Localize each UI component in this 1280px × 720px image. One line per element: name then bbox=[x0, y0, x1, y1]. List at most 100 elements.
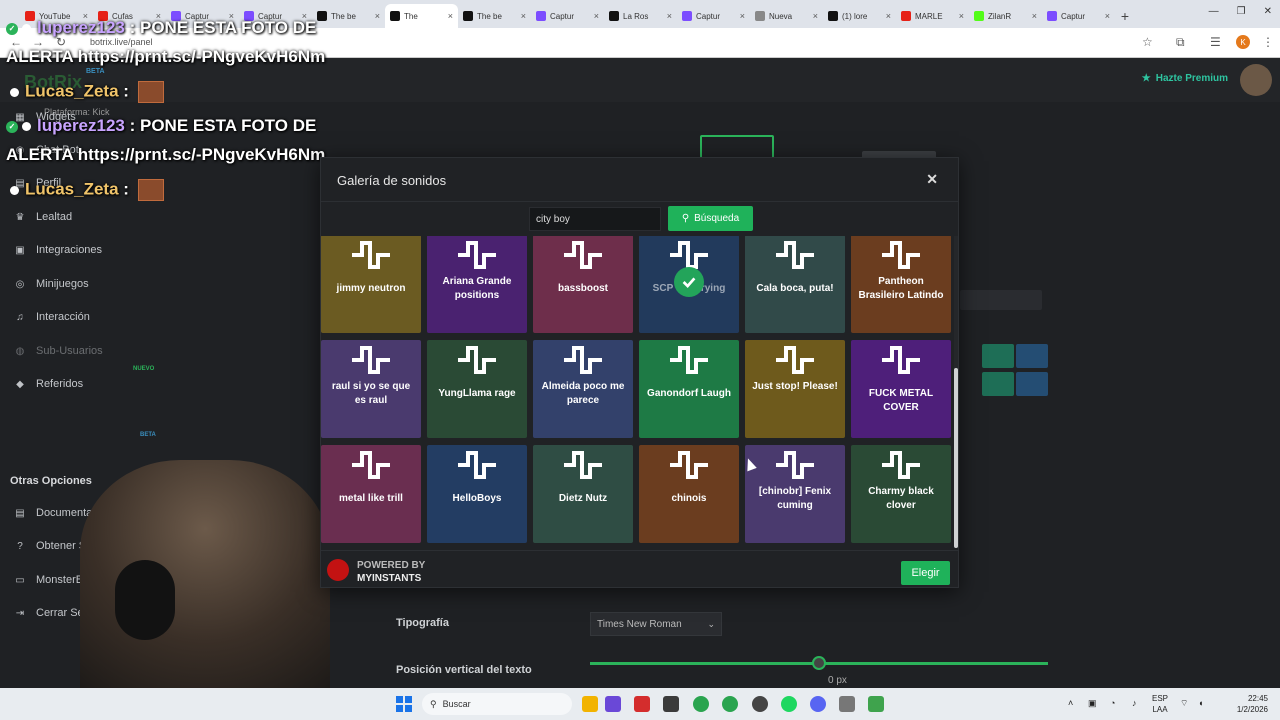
bookmark-star-icon[interactable]: ☆ bbox=[1142, 35, 1153, 49]
sound-tile[interactable]: raul si yo se que es raul bbox=[321, 340, 421, 438]
discord-icon[interactable] bbox=[810, 696, 826, 712]
taskbar-search-label: Buscar bbox=[442, 699, 471, 709]
chevron-up-icon[interactable]: ˄ bbox=[1068, 698, 1073, 708]
new-tab-icon[interactable]: + bbox=[1115, 4, 1135, 28]
sound-tile[interactable]: bassboost bbox=[533, 236, 633, 333]
upload-button[interactable] bbox=[982, 344, 1014, 368]
wps-icon[interactable] bbox=[634, 696, 650, 712]
tab-close-icon[interactable]: × bbox=[1032, 11, 1037, 21]
mic-icon[interactable]: ♪ bbox=[1132, 698, 1137, 708]
tab-close-icon[interactable]: × bbox=[740, 11, 745, 21]
profile-avatar[interactable]: K bbox=[1236, 35, 1250, 49]
tab-close-icon[interactable]: × bbox=[813, 11, 818, 21]
sound-tile[interactable]: YungLlama rage bbox=[427, 340, 527, 438]
browser-tab[interactable]: The × bbox=[385, 4, 458, 28]
font-select[interactable]: Times New Roman ⌄ bbox=[590, 612, 722, 636]
sound-name: Charmy black clover bbox=[868, 486, 934, 511]
sound-tile[interactable]: jimmy neutron bbox=[321, 236, 421, 333]
chrome-icon-2[interactable] bbox=[722, 696, 738, 712]
browser-tab[interactable]: Captur × bbox=[1042, 4, 1115, 28]
sidebar-item[interactable]: ♛ Lealtad bbox=[14, 211, 73, 223]
network-icon[interactable]: ⌔ bbox=[1180, 698, 1188, 709]
sidebar-item[interactable]: ♫ Interacción bbox=[14, 311, 90, 323]
file-explorer-icon[interactable] bbox=[582, 696, 598, 712]
browser-tab[interactable]: Captur × bbox=[677, 4, 750, 28]
app-icon[interactable] bbox=[605, 696, 621, 712]
tab-close-icon[interactable]: × bbox=[959, 11, 964, 21]
sound-tile[interactable]: metal like trill bbox=[321, 445, 421, 543]
sound-tile[interactable]: HelloBoys bbox=[427, 445, 527, 543]
app-icon-2[interactable] bbox=[839, 696, 855, 712]
extensions-icon[interactable]: ⧉ bbox=[1176, 35, 1185, 50]
tray-icon[interactable]: ▣ bbox=[1088, 698, 1097, 709]
slider-handle[interactable] bbox=[812, 656, 826, 670]
language-indicator[interactable]: ESP LAA bbox=[1152, 693, 1168, 715]
sound-tile[interactable]: SCP 096 crying bbox=[639, 236, 739, 333]
scrollbar-thumb[interactable] bbox=[954, 368, 958, 548]
sound-tile[interactable]: Cala boca, puta! bbox=[745, 236, 845, 333]
close-window-icon[interactable]: ✕ bbox=[1264, 6, 1272, 17]
sidebar-item[interactable]: ▭ MonsterB bbox=[14, 574, 83, 586]
minimize-icon[interactable]: — bbox=[1209, 6, 1219, 17]
typography-label: Tipografía bbox=[396, 617, 449, 629]
close-icon[interactable]: ✕ bbox=[926, 171, 938, 188]
browser-tab[interactable]: The be × bbox=[458, 4, 531, 28]
choose-button[interactable]: Elegir bbox=[901, 561, 950, 585]
soundwave-icon bbox=[562, 345, 604, 375]
sound-tile[interactable]: chinois bbox=[639, 445, 739, 543]
upload-button-2[interactable] bbox=[982, 372, 1014, 396]
sound-tile[interactable]: Pantheon Brasileiro Latindo bbox=[851, 236, 951, 333]
sound-tile[interactable]: Just stop! Please! bbox=[745, 340, 845, 438]
premium-link[interactable]: ★ Hazte Premium bbox=[1142, 73, 1228, 84]
sidebar-item[interactable]: ◍ Sub-Usuarios bbox=[14, 345, 103, 357]
sound-tile[interactable]: FUCK METAL COVER bbox=[851, 340, 951, 438]
taskbar-search[interactable]: ⚲ Buscar bbox=[422, 693, 572, 715]
menu-dots-icon[interactable]: ⋮ bbox=[1262, 35, 1274, 49]
minecraft-icon[interactable] bbox=[868, 696, 884, 712]
browser-tab[interactable]: Captur × bbox=[531, 4, 604, 28]
sidebar-item-label: Integraciones bbox=[36, 244, 103, 256]
dropdown-bg[interactable] bbox=[960, 290, 1042, 310]
volume-icon[interactable]: ◖ bbox=[1198, 698, 1203, 708]
tab-close-icon[interactable]: × bbox=[886, 11, 891, 21]
browser-tab[interactable]: (1) lore × bbox=[823, 4, 896, 28]
url-field[interactable]: botrix.live/panel bbox=[90, 37, 153, 47]
gallery-button-2[interactable] bbox=[1016, 372, 1048, 396]
store-icon[interactable] bbox=[663, 696, 679, 712]
sidebar-item[interactable]: ▣ Integraciones bbox=[14, 244, 102, 256]
reading-list-icon[interactable]: ☰ bbox=[1210, 35, 1221, 49]
sound-tile[interactable]: Ganondorf Laugh bbox=[639, 340, 739, 438]
sound-tile[interactable]: Charmy black clover bbox=[851, 445, 951, 543]
sidebar-item[interactable]: ◆ Referidos bbox=[14, 378, 83, 390]
spotify-icon[interactable] bbox=[781, 696, 797, 712]
browser-tab[interactable]: MARLE × bbox=[896, 4, 969, 28]
sidebar-item[interactable]: ◎ Minijuegos bbox=[14, 278, 89, 290]
sound-tile[interactable]: [chinobr] Fenix cuming bbox=[745, 445, 845, 543]
chrome-icon[interactable] bbox=[693, 696, 709, 712]
clock[interactable]: 22:45 1/2/2026 bbox=[1237, 693, 1268, 715]
sidebar-item-label: Referidos bbox=[36, 378, 84, 390]
sound-search-input[interactable] bbox=[529, 207, 661, 231]
tab-close-icon[interactable]: × bbox=[375, 11, 380, 21]
search-button[interactable]: ⚲ Búsqueda bbox=[668, 206, 753, 231]
tab-close-icon[interactable]: × bbox=[1105, 11, 1110, 21]
browser-tab[interactable]: Nueva × bbox=[750, 4, 823, 28]
sound-tile[interactable]: Almeida poco me parece bbox=[533, 340, 633, 438]
sound-tile[interactable]: Ariana Grande positions bbox=[427, 236, 527, 333]
tab-close-icon[interactable]: × bbox=[448, 11, 453, 21]
wifi-icon[interactable]: ◔ bbox=[1110, 698, 1115, 708]
gallery-button[interactable] bbox=[1016, 344, 1048, 368]
sound-tile[interactable]: Dietz Nutz bbox=[533, 445, 633, 543]
soundwave-icon bbox=[668, 450, 710, 480]
obs-icon[interactable] bbox=[752, 696, 768, 712]
browser-tab[interactable]: The be × bbox=[312, 4, 385, 28]
tab-close-icon[interactable]: × bbox=[667, 11, 672, 21]
windows-start-icon[interactable] bbox=[396, 696, 412, 712]
browser-tab[interactable]: La Ros × bbox=[604, 4, 677, 28]
user-avatar[interactable] bbox=[1240, 64, 1272, 96]
restore-icon[interactable]: ❐ bbox=[1237, 6, 1246, 17]
tab-close-icon[interactable]: × bbox=[521, 11, 526, 21]
sidebar-item[interactable]: ⇥ Cerrar Se bbox=[14, 607, 84, 619]
tab-close-icon[interactable]: × bbox=[594, 11, 599, 21]
browser-tab[interactable]: ZilanR × bbox=[969, 4, 1042, 28]
